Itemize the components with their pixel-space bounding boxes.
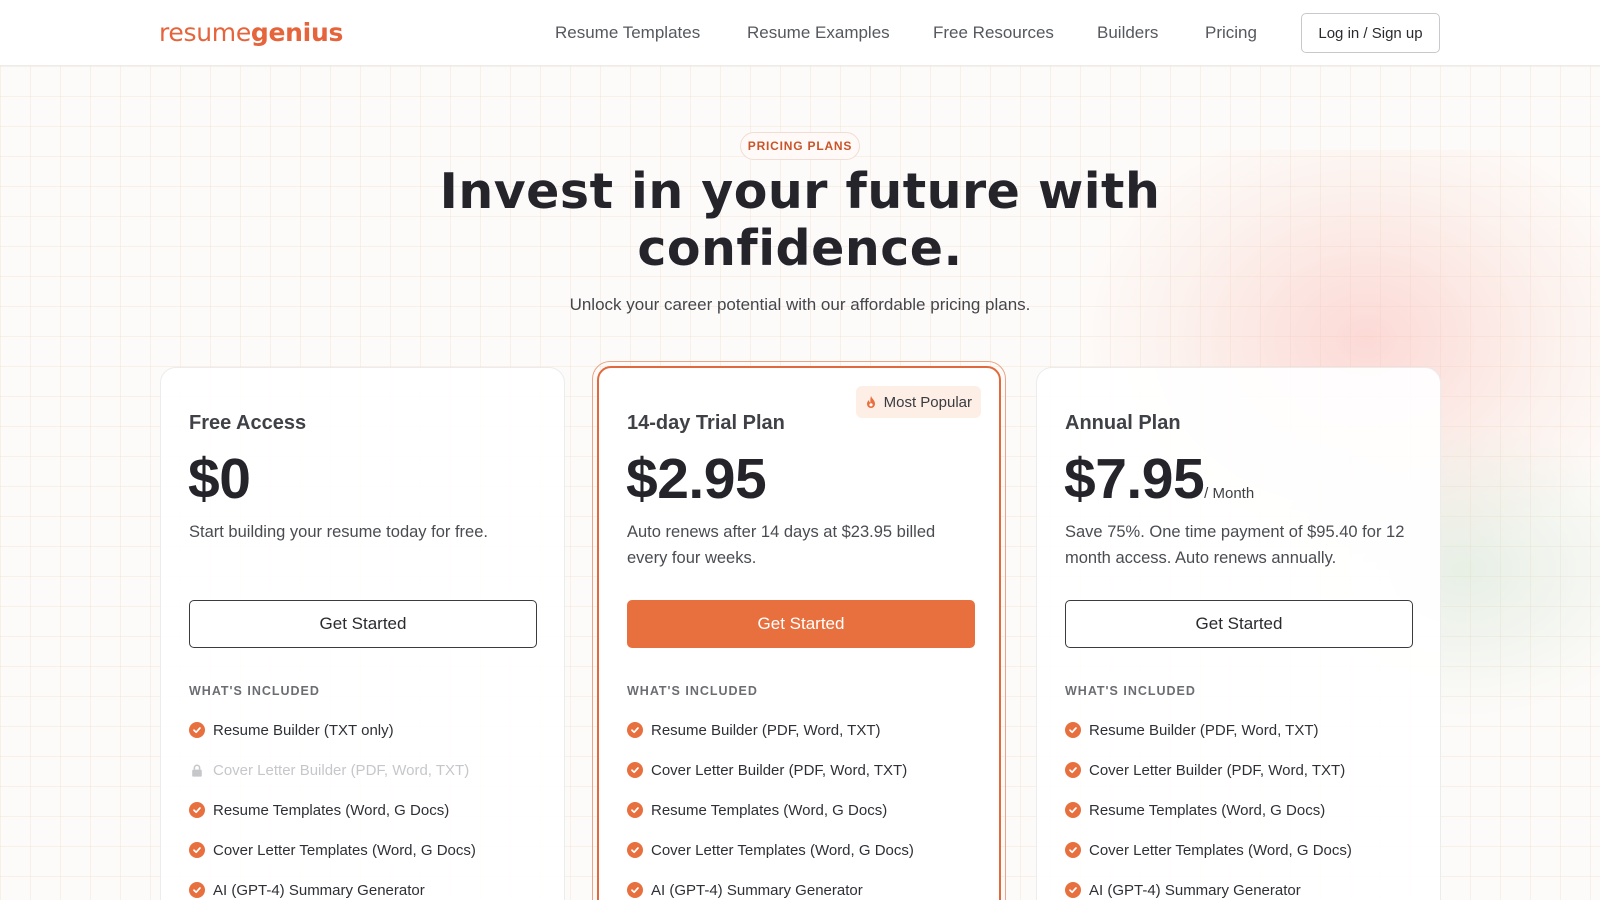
check-circle-icon — [1065, 882, 1081, 898]
feature-item: Cover Letter Templates (Word, G Docs) — [189, 830, 549, 870]
plan-card-trial: Most Popular 14-day Trial Plan $2.95 Aut… — [597, 366, 1001, 900]
feature-item: Cover Letter Templates (Word, G Docs) — [627, 830, 987, 870]
feature-label: AI (GPT-4) Summary Generator — [1089, 881, 1301, 899]
plan-name: 14-day Trial Plan — [627, 412, 785, 434]
feature-item: AI (GPT-4) Summary Generator — [627, 870, 987, 900]
fire-icon — [864, 395, 878, 409]
login-signup-button[interactable]: Log in / Sign up — [1301, 13, 1440, 53]
check-circle-icon — [189, 842, 205, 858]
plan-card-annual: Annual Plan $7.95/ Month Save 75%. One t… — [1036, 367, 1441, 900]
nav-builders[interactable]: Builders — [1097, 23, 1158, 43]
site-logo[interactable]: resumegenius — [159, 18, 343, 47]
nav-pricing[interactable]: Pricing — [1205, 23, 1257, 43]
lock-icon — [189, 762, 205, 778]
feature-label: Cover Letter Builder (PDF, Word, TXT) — [1089, 761, 1346, 779]
feature-item: Cover Letter Builder (PDF, Word, TXT) — [1065, 750, 1425, 790]
price-unit: / Month — [1204, 485, 1255, 502]
most-popular-badge: Most Popular — [855, 386, 981, 418]
feature-label: Resume Templates (Word, G Docs) — [651, 801, 888, 819]
plan-price: $2.95 — [626, 446, 767, 512]
price-amount: $7.95 — [1064, 447, 1205, 511]
feature-label: Cover Letter Templates (Word, G Docs) — [213, 841, 476, 859]
feature-label: Resume Builder (PDF, Word, TXT) — [651, 721, 881, 739]
pricing-plans-eyebrow: PRICING PLANS — [740, 132, 860, 160]
feature-label: AI (GPT-4) Summary Generator — [213, 881, 425, 899]
check-circle-icon — [1065, 722, 1081, 738]
check-circle-icon — [627, 802, 643, 818]
check-circle-icon — [189, 722, 205, 738]
feature-list: Resume Builder (TXT only) Cover Letter Bu… — [189, 710, 549, 900]
page-subtitle: Unlock your career potential with our af… — [569, 295, 1031, 314]
top-navbar: resumegenius Resume Templates Resume Exa… — [0, 0, 1600, 66]
feature-item: Cover Letter Builder (PDF, Word, TXT) — [189, 750, 549, 790]
nav-resume-examples[interactable]: Resume Examples — [747, 23, 890, 43]
feature-item: Resume Builder (PDF, Word, TXT) — [627, 710, 987, 750]
check-circle-icon — [627, 882, 643, 898]
feature-item: Cover Letter Builder (PDF, Word, TXT) — [627, 750, 987, 790]
feature-label: Resume Templates (Word, G Docs) — [1089, 801, 1326, 819]
feature-item: Resume Templates (Word, G Docs) — [627, 790, 987, 830]
check-circle-icon — [1065, 802, 1081, 818]
feature-item: Resume Templates (Word, G Docs) — [1065, 790, 1425, 830]
page-title: Invest in your future with confidence. — [439, 163, 1161, 277]
whats-included-label: WHAT'S INCLUDED — [1065, 684, 1196, 698]
feature-label: Cover Letter Builder (PDF, Word, TXT) — [213, 761, 470, 779]
get-started-button-trial[interactable]: Get Started — [627, 600, 975, 648]
check-circle-icon — [1065, 762, 1081, 778]
logo-text-genius: genius — [250, 18, 344, 47]
plan-price: $7.95/ Month — [1064, 446, 1254, 512]
nav-resume-templates[interactable]: Resume Templates — [555, 23, 700, 43]
feature-label: Cover Letter Builder (PDF, Word, TXT) — [651, 761, 908, 779]
check-circle-icon — [189, 882, 205, 898]
price-amount: $2.95 — [626, 447, 767, 511]
badge-label: Most Popular — [883, 393, 972, 411]
plan-description: Auto renews after 14 days at $23.95 bill… — [627, 523, 936, 567]
feature-list: Resume Builder (PDF, Word, TXT) Cover Let… — [1065, 710, 1425, 900]
get-started-button-free[interactable]: Get Started — [189, 600, 537, 648]
check-circle-icon — [1065, 842, 1081, 858]
feature-item: Resume Builder (TXT only) — [189, 710, 549, 750]
feature-item: AI (GPT-4) Summary Generator — [1065, 870, 1425, 900]
check-circle-icon — [627, 842, 643, 858]
feature-label: AI (GPT-4) Summary Generator — [651, 881, 863, 899]
plan-description: Start building your resume today for fre… — [189, 523, 488, 541]
feature-label: Resume Templates (Word, G Docs) — [213, 801, 450, 819]
feature-label: Cover Letter Templates (Word, G Docs) — [651, 841, 914, 859]
price-amount: $0 — [188, 447, 251, 511]
feature-label: Cover Letter Templates (Word, G Docs) — [1089, 841, 1352, 859]
plan-description: Save 75%. One time payment of $95.40 for… — [1065, 523, 1405, 567]
nav-free-resources[interactable]: Free Resources — [933, 23, 1054, 43]
get-started-button-annual[interactable]: Get Started — [1065, 600, 1413, 648]
logo-text-resume: resume — [159, 18, 251, 47]
feature-item: Resume Templates (Word, G Docs) — [189, 790, 549, 830]
check-circle-icon — [627, 722, 643, 738]
plan-price: $0 — [188, 446, 251, 512]
feature-item: Resume Builder (PDF, Word, TXT) — [1065, 710, 1425, 750]
feature-list: Resume Builder (PDF, Word, TXT) Cover Let… — [627, 710, 987, 900]
check-circle-icon — [627, 762, 643, 778]
check-circle-icon — [189, 802, 205, 818]
whats-included-label: WHAT'S INCLUDED — [189, 684, 320, 698]
feature-label: Resume Builder (PDF, Word, TXT) — [1089, 721, 1319, 739]
feature-item: Cover Letter Templates (Word, G Docs) — [1065, 830, 1425, 870]
plan-name: Free Access — [189, 412, 307, 434]
whats-included-label: WHAT'S INCLUDED — [627, 684, 758, 698]
plan-card-free: Free Access $0 Start building your resum… — [160, 367, 565, 900]
feature-item: AI (GPT-4) Summary Generator — [189, 870, 549, 900]
plan-name: Annual Plan — [1065, 412, 1181, 434]
feature-label: Resume Builder (TXT only) — [213, 721, 394, 739]
